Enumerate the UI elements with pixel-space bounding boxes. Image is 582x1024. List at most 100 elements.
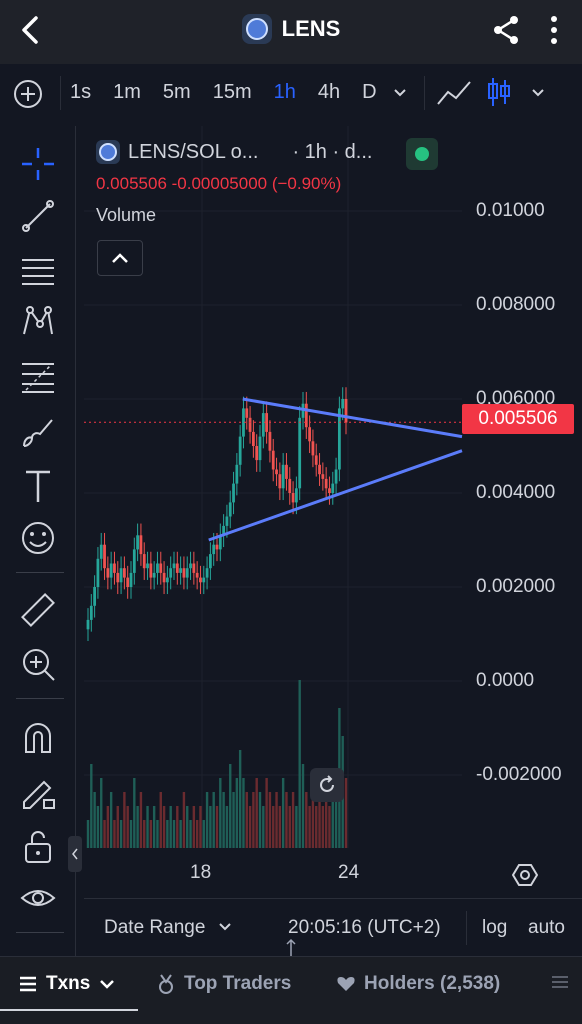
volume-bar — [255, 778, 258, 848]
share-icon[interactable] — [488, 12, 524, 48]
interval-1m[interactable]: 1m — [113, 81, 141, 104]
volume-bar — [265, 778, 268, 848]
trend-line-icon[interactable] — [18, 196, 58, 236]
interval-1s[interactable]: 1s — [70, 81, 91, 104]
chart-type-chevron-down-icon[interactable] — [528, 82, 548, 102]
fib-retracement-icon[interactable] — [18, 356, 58, 396]
candle-body — [275, 469, 278, 475]
interval-5m[interactable]: 5m — [163, 81, 191, 104]
candle-body — [225, 516, 229, 526]
collapse-toolbar-button[interactable] — [68, 836, 82, 872]
line-chart-icon[interactable] — [436, 78, 472, 108]
more-options-icon[interactable] — [540, 12, 568, 48]
token-logo-icon — [241, 14, 272, 44]
pattern-tool-icon[interactable] — [18, 302, 58, 342]
text-tool-icon[interactable] — [18, 466, 58, 506]
zoom-in-icon[interactable] — [18, 644, 58, 684]
volume-bar — [222, 792, 225, 848]
lock-drawing-icon[interactable] — [18, 772, 58, 812]
volume-bar — [272, 806, 275, 848]
volume-bar — [298, 680, 301, 848]
candle-body — [129, 572, 133, 587]
magnet-icon[interactable] — [18, 718, 58, 758]
volume-bar — [152, 806, 156, 848]
candle-body — [109, 563, 113, 578]
active-tab-indicator — [0, 1009, 138, 1011]
interval-15m[interactable]: 15m — [213, 81, 252, 104]
candle-body — [291, 493, 295, 503]
volume-bar — [176, 806, 179, 848]
volume-bar — [215, 806, 219, 848]
candle-body — [195, 572, 199, 578]
legend-symbol: LENS/SOL o... — [128, 140, 259, 163]
candle-body — [149, 563, 153, 578]
candle-body — [86, 619, 90, 630]
toolbar-divider — [60, 76, 61, 110]
candle-body — [285, 464, 288, 479]
x-axis-label: 18 — [190, 862, 212, 883]
candle-body — [192, 563, 196, 573]
tab-top-traders-label: Top Traders — [184, 973, 292, 994]
ruler-icon[interactable] — [18, 590, 58, 630]
horizontal-lines-icon[interactable] — [18, 250, 58, 290]
volume-bar — [232, 792, 235, 848]
volume-bar — [86, 820, 90, 848]
price-chart[interactable]: LENS/SOL o... · 1h · d... 0.005506 -0.00… — [84, 126, 582, 956]
volume-bar — [139, 792, 143, 848]
candlestick-chart-icon[interactable] — [486, 76, 512, 108]
candle-body — [96, 558, 100, 587]
auto-scale-button[interactable]: auto — [528, 917, 565, 939]
tab-holders[interactable]: Holders (2,538) — [336, 973, 500, 995]
interval-4h[interactable]: 4h — [318, 81, 340, 104]
volume-bar — [328, 806, 331, 848]
token-mini-logo-icon — [96, 140, 120, 164]
date-range-button[interactable]: Date Range — [104, 917, 233, 939]
collapse-legend-button[interactable] — [97, 240, 143, 276]
reset-chart-icon[interactable] — [310, 768, 344, 802]
tab-txns[interactable]: Txns — [18, 973, 116, 995]
tool-divider — [16, 698, 64, 699]
candle-body — [321, 474, 325, 479]
add-indicator-icon[interactable] — [12, 78, 44, 110]
volume-bar — [159, 792, 162, 848]
candle-body — [122, 568, 126, 578]
brush-icon[interactable] — [18, 412, 58, 452]
eye-icon[interactable] — [18, 878, 58, 918]
candle-body — [215, 544, 219, 550]
candle-body — [132, 549, 136, 573]
current-price-tag: 0.005506 — [462, 404, 574, 434]
candle-body — [172, 563, 176, 569]
candle-body — [271, 450, 275, 470]
legend-price-change: 0.005506 -0.00005000 (−0.90%) — [96, 174, 342, 193]
tab-top-traders[interactable]: Top Traders — [156, 973, 291, 995]
candle-body — [175, 563, 179, 573]
trend-line[interactable] — [208, 449, 463, 542]
chart-settings-icon[interactable] — [511, 862, 539, 888]
chart-legend: LENS/SOL o... · 1h · d... — [96, 140, 372, 164]
tab-more-menu-icon[interactable] — [550, 973, 570, 991]
candle-body — [288, 478, 292, 493]
volume-bar — [123, 792, 126, 848]
volume-bar — [172, 820, 176, 848]
interval-chevron-down-icon[interactable] — [390, 82, 410, 102]
emoji-icon[interactable] — [18, 518, 58, 558]
volume-label: Volume — [96, 205, 157, 225]
medal-icon — [159, 974, 173, 994]
candle-body — [238, 436, 242, 465]
volume-bar — [103, 820, 106, 848]
candle-body — [106, 568, 110, 578]
volume-bar — [291, 792, 295, 848]
y-axis-label: 0.004000 — [476, 482, 556, 503]
log-scale-button[interactable]: log — [482, 917, 507, 939]
candle-body — [251, 431, 255, 446]
candle-body — [199, 577, 202, 583]
unlock-icon[interactable] — [18, 826, 58, 866]
candle-body — [103, 544, 106, 569]
interval-D[interactable]: D — [362, 81, 376, 104]
clock-timezone[interactable]: 20:05:16 (UTC+2) — [288, 917, 441, 939]
interval-1h[interactable]: 1h — [274, 81, 296, 104]
trend-line[interactable] — [242, 397, 463, 439]
candle-body — [344, 399, 348, 423]
volume-bar — [90, 764, 93, 848]
crosshair-icon[interactable] — [18, 144, 58, 184]
